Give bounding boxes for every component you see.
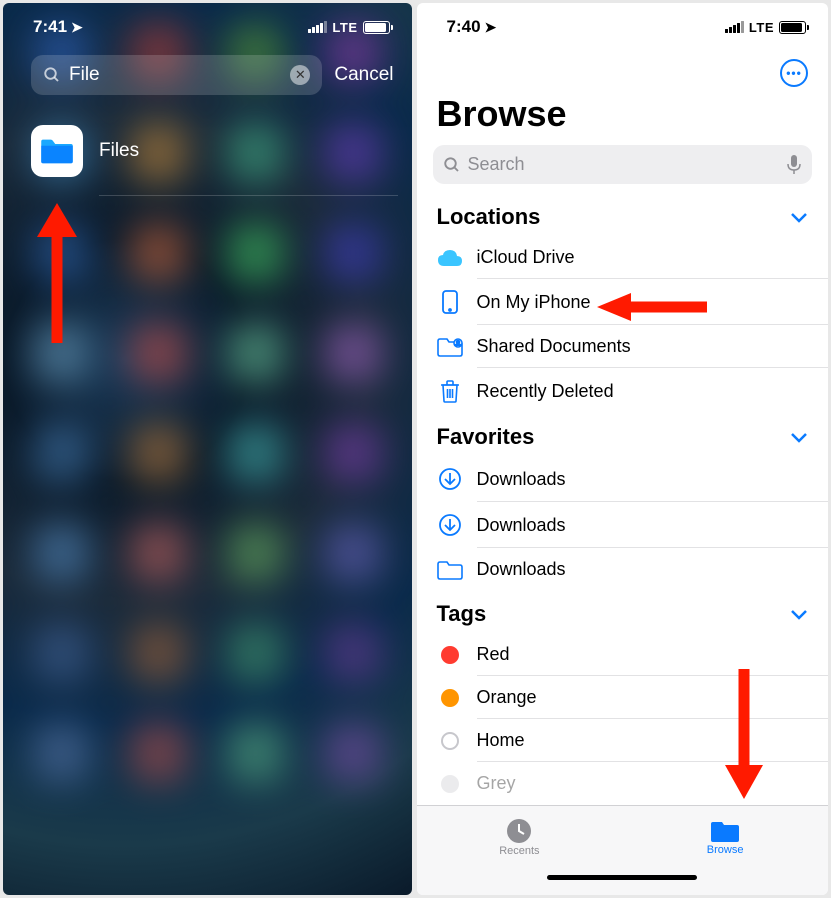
tags-section-header[interactable]: Tags: [417, 601, 829, 633]
left-screenshot: 7:41 ➤ LTE File ✕ Cancel Files: [3, 3, 412, 895]
row-label: Orange: [477, 687, 537, 708]
status-bar: 7:40 ➤ LTE: [417, 3, 829, 43]
section-title: Favorites: [437, 424, 535, 450]
network-label: LTE: [749, 20, 774, 35]
tab-label: Recents: [499, 845, 539, 857]
clock-icon: [506, 818, 532, 844]
shared-folder-icon: [437, 337, 463, 357]
tags-list: Red Orange Home Grey: [417, 633, 829, 805]
status-time: 7:41: [33, 17, 67, 37]
location-icon: ➤: [485, 19, 497, 36]
battery-icon: [363, 21, 390, 34]
cellular-signal-icon: [308, 21, 327, 33]
tag-row-grey[interactable]: Grey: [417, 762, 829, 805]
download-icon: [438, 513, 462, 537]
location-icon: ➤: [71, 19, 83, 36]
tab-label: Browse: [707, 844, 744, 856]
status-bar: 7:41 ➤ LTE: [3, 3, 412, 43]
microphone-icon[interactable]: [786, 155, 802, 175]
favorites-section-header[interactable]: Favorites: [417, 424, 829, 456]
section-title: Tags: [437, 601, 487, 627]
tag-row-red[interactable]: Red: [417, 633, 829, 676]
search-input-value: File: [69, 64, 282, 86]
folder-icon: [710, 819, 740, 843]
nav-actions: •••: [417, 43, 829, 93]
right-screenshot: 7:40 ➤ LTE ••• Browse Search Locations i…: [417, 3, 829, 895]
tab-browse[interactable]: Browse: [622, 806, 828, 869]
trash-icon: [440, 379, 460, 403]
spotlight-search-row: File ✕ Cancel: [3, 43, 412, 107]
download-icon: [438, 467, 462, 491]
more-options-button[interactable]: •••: [780, 59, 808, 87]
tab-bar: Recents Browse: [417, 805, 829, 869]
search-icon: [443, 156, 461, 174]
cloud-icon: [437, 249, 463, 267]
tag-color-dot: [441, 689, 459, 707]
search-result-label: Files: [99, 140, 139, 162]
phone-icon: [442, 290, 458, 314]
files-app-icon: [31, 125, 83, 177]
chevron-down-icon: [790, 431, 808, 443]
battery-icon: [779, 21, 806, 34]
search-field[interactable]: Search: [433, 145, 813, 184]
tag-color-dot: [441, 646, 459, 664]
favorites-list: Downloads Downloads Downloads: [417, 456, 829, 591]
location-row-shared-documents[interactable]: Shared Documents: [417, 325, 829, 368]
row-label: Downloads: [477, 515, 566, 536]
search-placeholder: Search: [468, 154, 780, 175]
location-row-recently-deleted[interactable]: Recently Deleted: [417, 368, 829, 414]
search-icon: [43, 66, 61, 84]
folder-icon: [437, 560, 463, 580]
page-title: Browse: [417, 93, 829, 145]
status-time: 7:40: [447, 17, 481, 37]
home-indicator[interactable]: [417, 869, 829, 895]
section-title: Locations: [437, 204, 541, 230]
tab-recents[interactable]: Recents: [417, 806, 623, 869]
tag-color-dot: [441, 775, 459, 793]
network-label: LTE: [332, 20, 357, 35]
row-label: Downloads: [477, 559, 566, 580]
row-label: Downloads: [477, 469, 566, 490]
row-label: Shared Documents: [477, 336, 631, 357]
tag-row-home[interactable]: Home: [417, 719, 829, 762]
spotlight-search-field[interactable]: File ✕: [31, 55, 322, 95]
locations-section-header[interactable]: Locations: [417, 204, 829, 236]
clear-search-button[interactable]: ✕: [290, 65, 310, 85]
chevron-down-icon: [790, 608, 808, 620]
location-row-icloud-drive[interactable]: iCloud Drive: [417, 236, 829, 279]
tag-row-orange[interactable]: Orange: [417, 676, 829, 719]
row-label: Recently Deleted: [477, 381, 614, 402]
chevron-down-icon: [790, 211, 808, 223]
divider: [99, 195, 398, 196]
cancel-button[interactable]: Cancel: [334, 64, 393, 86]
locations-list: iCloud Drive On My iPhone Shared Documen…: [417, 236, 829, 414]
tag-color-dot: [441, 732, 459, 750]
row-label: On My iPhone: [477, 292, 591, 313]
cellular-signal-icon: [725, 21, 744, 33]
favorite-row-downloads-3[interactable]: Downloads: [417, 548, 829, 591]
search-result-row[interactable]: Files: [3, 107, 412, 195]
location-row-on-my-iphone[interactable]: On My iPhone: [417, 279, 829, 325]
row-label: Home: [477, 730, 525, 751]
favorite-row-downloads-2[interactable]: Downloads: [417, 502, 829, 548]
favorite-row-downloads-1[interactable]: Downloads: [417, 456, 829, 502]
row-label: Red: [477, 644, 510, 665]
row-label: Grey: [477, 773, 516, 794]
row-label: iCloud Drive: [477, 247, 575, 268]
